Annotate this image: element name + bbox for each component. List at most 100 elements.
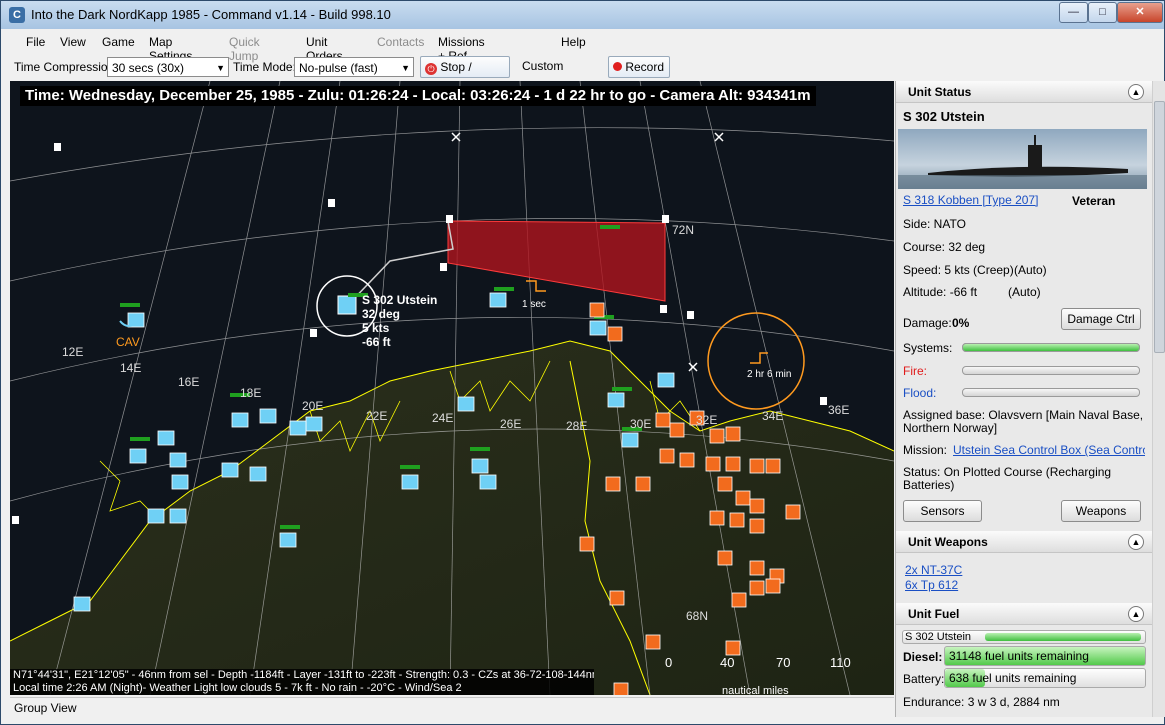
power-icon: ⏻	[425, 63, 437, 75]
scrollbar-thumb[interactable]	[1154, 101, 1165, 353]
damage-label: Damage:	[903, 316, 952, 330]
unit-fuel-header[interactable]: Unit Fuel ▲	[896, 603, 1152, 625]
chevron-up-icon[interactable]: ▲	[1128, 84, 1144, 100]
tactical-map[interactable]: Time: Wednesday, December 25, 1985 - Zul…	[10, 81, 894, 695]
chevron-up-icon[interactable]: ▲	[1128, 534, 1144, 550]
app-window: C Into the Dark NordKapp 1985 - Command …	[0, 0, 1165, 725]
lat-label-68n: 68N	[686, 609, 709, 623]
lon-label-22e: 22E	[366, 409, 388, 423]
fuel-unit-row: S 302 Utstein	[902, 630, 1146, 644]
lon-label-34e: 34E	[762, 409, 784, 423]
unit-status-header[interactable]: Unit Status ▲	[896, 81, 1152, 103]
selected-unit-course: 32 deg	[362, 307, 401, 321]
scale-label-0: 0	[665, 655, 673, 670]
sensors-button[interactable]: Sensors	[903, 500, 982, 522]
diesel-label: Diesel:	[903, 650, 943, 664]
unit-class-link[interactable]: S 318 Kobben [Type 207]	[903, 193, 1038, 207]
endurance-label: Endurance: 3 w 3 d, 2884 nm	[903, 695, 1060, 709]
time-compression-select[interactable]: 30 secs (30x) ▼	[107, 57, 229, 77]
assigned-base-line2: Northern Norway]	[903, 421, 998, 435]
custom-overlay-button[interactable]: Custom Overlay	[518, 56, 602, 93]
unit-fuel-title: Unit Fuel	[908, 607, 960, 621]
minimize-button[interactable]: —	[1059, 2, 1088, 23]
damage-control-button[interactable]: Damage Ctrl	[1061, 308, 1141, 330]
unit-weapons-header[interactable]: Unit Weapons ▲	[896, 531, 1152, 553]
scale-unit-label: nautical miles	[722, 685, 789, 695]
course-label: Course: 32 deg	[903, 240, 986, 254]
battery-label: Battery:	[903, 672, 945, 686]
fuel-unit-name: S 302 Utstein	[905, 631, 972, 643]
maximize-button[interactable]: □	[1088, 2, 1117, 23]
lon-label-14e: 14E	[120, 361, 142, 375]
fire-label: Fire:	[903, 364, 927, 378]
mission-link[interactable]: Utstein Sea Control Box (Sea Control P	[953, 443, 1145, 457]
cursor-info-bar: N71°44'31", E21°12'05" - 46nm from sel -…	[10, 669, 594, 695]
weapon-link-0[interactable]: 2x NT-37C	[905, 563, 962, 577]
damage-value: 0%	[952, 316, 970, 330]
systems-bar-track	[962, 343, 1140, 352]
mission-label: Mission:	[903, 443, 948, 457]
app-icon: C	[9, 7, 25, 23]
lat-label-72n: 72N	[672, 223, 695, 237]
time-mode-select[interactable]: No-pulse (fast) ▼	[294, 57, 414, 77]
unit-status-line1: Status: On Plotted Course (Recharging	[903, 465, 1112, 479]
cursor-info-line1: N71°44'31", E21°12'05" - 46nm from sel -…	[13, 669, 594, 681]
side-panel: Unit Status ▲ S 302 Utstein S 318 Kobben…	[895, 81, 1152, 717]
fuel-unit-bar	[985, 633, 1141, 641]
lon-label-16e: 16E	[178, 375, 200, 389]
lon-label-24e: 24E	[432, 411, 454, 425]
map-canvas[interactable]	[10, 81, 894, 695]
systems-label: Systems:	[903, 341, 953, 355]
panel-scrollbar[interactable]	[1152, 81, 1165, 717]
speed-mode-label: (Auto)	[1014, 263, 1047, 277]
speed-label: Speed: 5 kts (Creep)	[903, 263, 1014, 277]
status-bar: Group View	[10, 697, 894, 720]
time-compression-label: Time Compression:	[14, 60, 118, 74]
group-view-label: Group View	[14, 701, 77, 715]
scale-label-110: 110	[830, 655, 851, 670]
chevron-up-icon[interactable]: ▲	[1128, 606, 1144, 622]
lon-label-36e: 36E	[828, 403, 850, 417]
record-icon	[613, 62, 622, 71]
submarine-photo-icon	[898, 135, 1147, 189]
time-compression-value: 30 secs (30x)	[112, 61, 185, 75]
record-label: Record	[625, 60, 665, 74]
lon-label-18e: 18E	[240, 386, 262, 400]
altitude-label: Altitude: -66 ft	[903, 285, 978, 299]
selected-unit-name: S 302 Utstein	[362, 293, 438, 307]
cursor-info-line2: Local time 2:26 AM (Night)- Weather Ligh…	[13, 682, 462, 694]
waypoint-eta-label: 1 sec	[522, 299, 546, 310]
menu-view[interactable]: View	[60, 35, 86, 49]
proficiency-label: Veteran	[1072, 194, 1116, 208]
menu-contacts[interactable]: Contacts	[377, 35, 424, 49]
chevron-down-icon: ▼	[401, 63, 410, 73]
close-button[interactable]: ✕	[1117, 2, 1163, 23]
toolbar: Time Compression: 30 secs (30x) ▼ Time M…	[10, 55, 1160, 94]
unit-name: S 302 Utstein	[903, 109, 985, 124]
title-bar: C Into the Dark NordKapp 1985 - Command …	[1, 1, 1164, 29]
record-button[interactable]: Record	[608, 56, 670, 78]
unit-status-line2: Batteries)	[903, 478, 955, 492]
selected-submarine-icon[interactable]	[337, 295, 357, 315]
battery-fuel-bar: 638 fuel units remaining	[944, 668, 1146, 688]
lon-label-20e: 20E	[302, 399, 324, 413]
menu-help[interactable]: Help	[561, 35, 586, 49]
side-label: Side: NATO	[903, 217, 966, 231]
lon-label-26e: 26E	[500, 417, 522, 431]
scale-label-70: 70	[776, 655, 791, 670]
weapons-button[interactable]: Weapons	[1061, 500, 1141, 522]
stop-pause-button[interactable]: ⏻ Stop / Pause	[420, 56, 510, 94]
lon-label-30e: 30E	[630, 417, 652, 431]
time-mode-label: Time Mode:	[233, 60, 296, 74]
menu-file[interactable]: File	[26, 35, 45, 49]
selected-unit-label[interactable]: S 302 Utstein 32 deg 5 kts -66 ft	[362, 293, 437, 349]
menu-game[interactable]: Game	[102, 35, 135, 49]
cav-label: CAV	[116, 335, 140, 349]
weapon-link-1[interactable]: 6x Tp 612	[905, 578, 958, 592]
lon-label-28e: 28E	[566, 419, 588, 433]
unit-photo	[898, 129, 1147, 189]
selected-unit-speed: 5 kts	[362, 321, 390, 335]
contact-eta-label: 2 hr 6 min	[747, 369, 792, 380]
flood-bar-track	[962, 388, 1140, 397]
diesel-fuel-bar: 31148 fuel units remaining	[944, 646, 1146, 666]
